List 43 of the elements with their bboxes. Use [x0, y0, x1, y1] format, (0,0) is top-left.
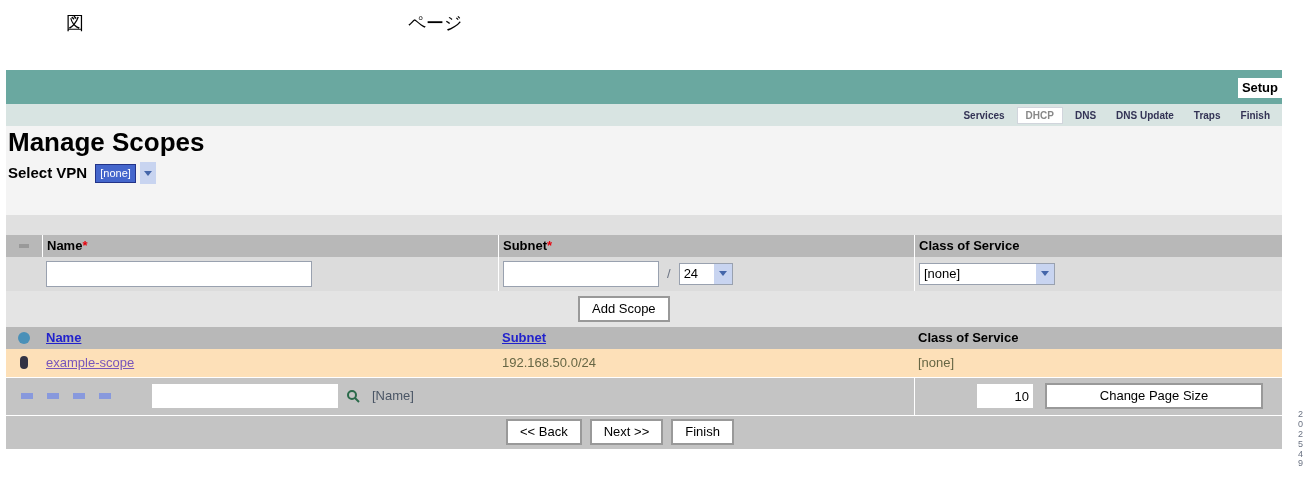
- trash-icon[interactable]: [20, 356, 28, 369]
- figure-label: 図: [66, 10, 84, 35]
- caret-icon: [1036, 263, 1054, 284]
- nav-tab[interactable]: Services: [955, 107, 1013, 123]
- button[interactable]: << Back: [506, 419, 582, 445]
- button[interactable]: Change Page Size: [1045, 383, 1263, 409]
- filter-hint: [Name]: [372, 387, 414, 406]
- scope-link[interactable]: example-scope: [46, 352, 135, 373]
- button[interactable]: Add Scope: [578, 295, 670, 322]
- column-header: Subnet: [503, 236, 548, 255]
- nav-tab[interactable]: DNS: [1066, 107, 1105, 123]
- table-cell-text: 192.168.50.0/24: [502, 353, 596, 372]
- globe-icon: [18, 331, 30, 344]
- select-field[interactable]: 24: [678, 262, 733, 285]
- required-mark: *: [82, 236, 88, 255]
- nav-tab[interactable]: DHCP: [1016, 106, 1063, 124]
- name-input[interactable]: [46, 260, 312, 287]
- header-title: Setup: [1237, 78, 1282, 98]
- search-icon[interactable]: [346, 389, 360, 403]
- required-mark: *: [547, 236, 553, 255]
- page-size-input[interactable]: 10: [977, 384, 1033, 408]
- subnet-input[interactable]: [503, 260, 659, 287]
- page-title: Manage Scopes: [7, 126, 206, 158]
- separator-text: /: [667, 264, 671, 283]
- figure-caption: ページ: [408, 10, 462, 35]
- button[interactable]: Next >>: [589, 419, 664, 445]
- collapse-icon[interactable]: [19, 243, 29, 248]
- nav-tab[interactable]: Finish: [1232, 107, 1278, 123]
- column-header: Class of Service: [918, 328, 1019, 347]
- figure-number: 202549: [1298, 410, 1304, 470]
- select-field[interactable]: [none]: [919, 262, 1055, 285]
- column-header: Class of Service: [919, 236, 1020, 255]
- nav-tab[interactable]: DNS Update: [1108, 107, 1182, 123]
- filter-input[interactable]: [152, 384, 338, 408]
- sort-link[interactable]: Name: [46, 327, 82, 348]
- button[interactable]: Finish: [671, 419, 734, 445]
- sort-link[interactable]: Subnet: [502, 327, 547, 348]
- table-cell-text: [none]: [918, 353, 955, 372]
- nav-tab[interactable]: Traps: [1185, 107, 1229, 123]
- vpn-label: Select VPN: [8, 163, 88, 183]
- column-header: Name: [47, 236, 83, 255]
- caret-icon: [139, 162, 156, 185]
- caret-icon: [713, 263, 732, 284]
